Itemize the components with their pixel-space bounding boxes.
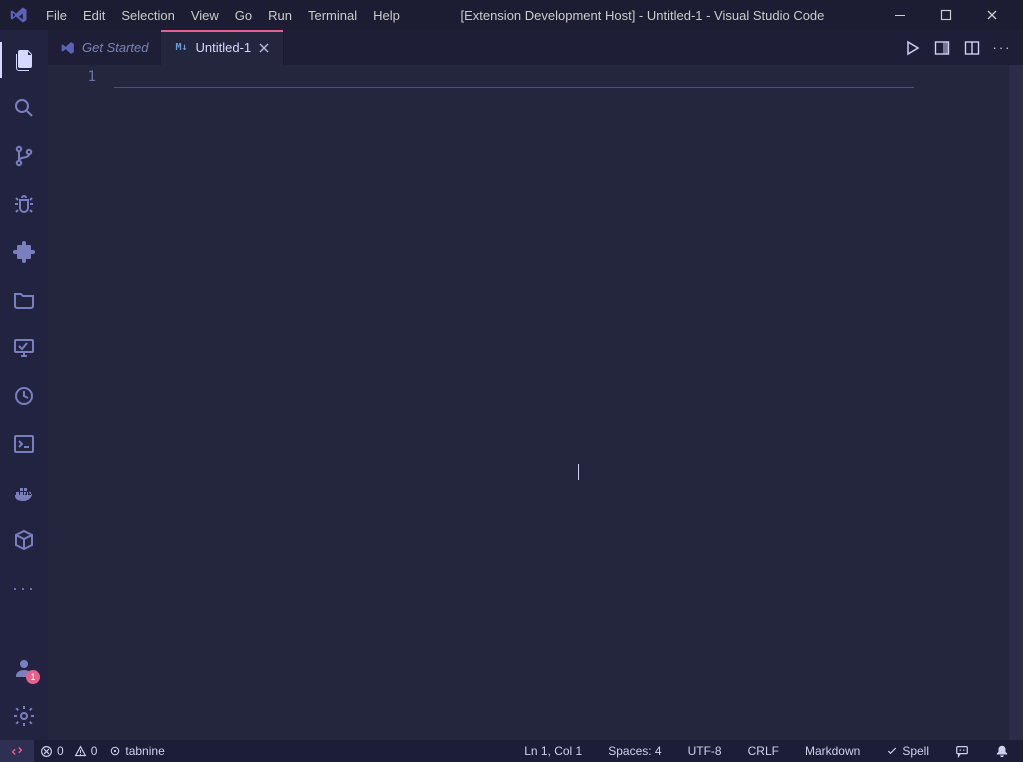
vertical-scrollbar[interactable] (1009, 65, 1023, 740)
terminal-icon (12, 432, 36, 456)
check-icon (886, 745, 898, 757)
activity-output[interactable] (0, 420, 48, 468)
status-feedback[interactable] (949, 740, 975, 762)
activity-timeline[interactable] (0, 372, 48, 420)
status-remote-button[interactable] (0, 740, 34, 762)
window-maximize-button[interactable] (923, 0, 969, 30)
menu-selection[interactable]: Selection (113, 0, 182, 30)
text-cursor-icon (578, 464, 579, 480)
activity-run-debug[interactable] (0, 180, 48, 228)
status-bar: 0 0 tabnine Ln 1, Col 1 Spaces: 4 UTF-8 … (0, 740, 1023, 762)
status-eol[interactable]: CRLF (742, 740, 785, 762)
status-error-count: 0 (57, 744, 64, 758)
split-editor-button[interactable] (961, 37, 983, 59)
status-warning-count: 0 (91, 744, 98, 758)
status-cursor-position[interactable]: Ln 1, Col 1 (518, 740, 588, 762)
activity-docker[interactable] (0, 468, 48, 516)
status-left: 0 0 tabnine (0, 740, 171, 762)
window-close-button[interactable] (969, 0, 1015, 30)
title-bar: File Edit Selection View Go Run Terminal… (0, 0, 1023, 30)
menu-run[interactable]: Run (260, 0, 300, 30)
tab-untitled-1[interactable]: M↓ Untitled-1 (161, 30, 284, 65)
files-icon (12, 48, 36, 72)
activity-accounts[interactable]: 1 (0, 644, 48, 692)
activity-bar: ··· 1 (0, 30, 48, 740)
status-tabnine-label: tabnine (125, 744, 164, 758)
ellipsis-icon: ··· (12, 578, 36, 599)
status-tabnine[interactable]: tabnine (103, 740, 170, 762)
menu-edit[interactable]: Edit (75, 0, 113, 30)
remote-icon (10, 744, 24, 758)
editor-actions: ··· (891, 30, 1023, 65)
vscode-logo-icon (8, 4, 30, 26)
line-number: 1 (48, 69, 96, 85)
remote-monitor-icon (12, 336, 36, 360)
current-line-underline (114, 87, 914, 88)
status-spell-label: Spell (902, 744, 929, 758)
activity-search[interactable] (0, 84, 48, 132)
tab-close-button[interactable] (257, 41, 271, 55)
search-icon (12, 96, 36, 120)
bug-icon (12, 192, 36, 216)
tab-get-started[interactable]: Get Started (48, 30, 161, 65)
run-file-button[interactable] (901, 37, 923, 59)
markdown-file-icon: M↓ (173, 40, 189, 56)
menu-view[interactable]: View (183, 0, 227, 30)
warning-icon (74, 745, 87, 758)
account-badge: 1 (26, 670, 40, 684)
feedback-icon (955, 744, 969, 758)
status-notifications[interactable] (989, 740, 1015, 762)
tab-label: Get Started (82, 40, 148, 55)
status-indent[interactable]: Spaces: 4 (602, 740, 667, 762)
status-problems[interactable]: 0 0 (34, 740, 103, 762)
preview-side-button[interactable] (931, 37, 953, 59)
code-line-1[interactable] (114, 69, 909, 88)
docker-icon (12, 480, 36, 504)
window-minimize-button[interactable] (877, 0, 923, 30)
editor-more-button[interactable]: ··· (991, 37, 1013, 59)
menu-bar: File Edit Selection View Go Run Terminal… (38, 0, 408, 30)
bell-icon (995, 744, 1009, 758)
menu-help[interactable]: Help (365, 0, 408, 30)
activity-extensions[interactable] (0, 228, 48, 276)
vscode-tab-icon (60, 40, 76, 56)
editor-body: 1 (48, 65, 1023, 740)
status-encoding[interactable]: UTF-8 (682, 740, 728, 762)
activity-overflow[interactable]: ··· (0, 564, 48, 612)
window-title: [Extension Development Host] - Untitled-… (408, 8, 877, 23)
activity-folder[interactable] (0, 276, 48, 324)
cube-icon (12, 528, 36, 552)
main-area: ··· 1 Get Started M↓ (0, 30, 1023, 740)
activity-source-control[interactable] (0, 132, 48, 180)
gear-icon (12, 704, 36, 728)
minimap[interactable] (909, 65, 1009, 740)
window-controls (877, 0, 1015, 30)
activity-cube[interactable] (0, 516, 48, 564)
menu-file[interactable]: File (38, 0, 75, 30)
menu-go[interactable]: Go (227, 0, 260, 30)
tabnine-icon (109, 745, 121, 757)
status-language[interactable]: Markdown (799, 740, 866, 762)
code-area[interactable] (114, 65, 909, 740)
branch-icon (12, 144, 36, 168)
status-right: Ln 1, Col 1 Spaces: 4 UTF-8 CRLF Markdow… (518, 740, 1023, 762)
menu-terminal[interactable]: Terminal (300, 0, 365, 30)
puzzle-icon (12, 240, 36, 264)
error-icon (40, 745, 53, 758)
tab-label: Untitled-1 (195, 40, 251, 55)
activity-explorer[interactable] (0, 36, 48, 84)
editor-region: Get Started M↓ Untitled-1 (48, 30, 1023, 740)
line-gutter: 1 (48, 65, 114, 740)
activity-remote-explorer[interactable] (0, 324, 48, 372)
clock-arrow-icon (12, 384, 36, 408)
activity-settings[interactable] (0, 692, 48, 740)
status-spell[interactable]: Spell (880, 740, 935, 762)
editor-tabs: Get Started M↓ Untitled-1 (48, 30, 1023, 65)
folder-icon (12, 288, 36, 312)
